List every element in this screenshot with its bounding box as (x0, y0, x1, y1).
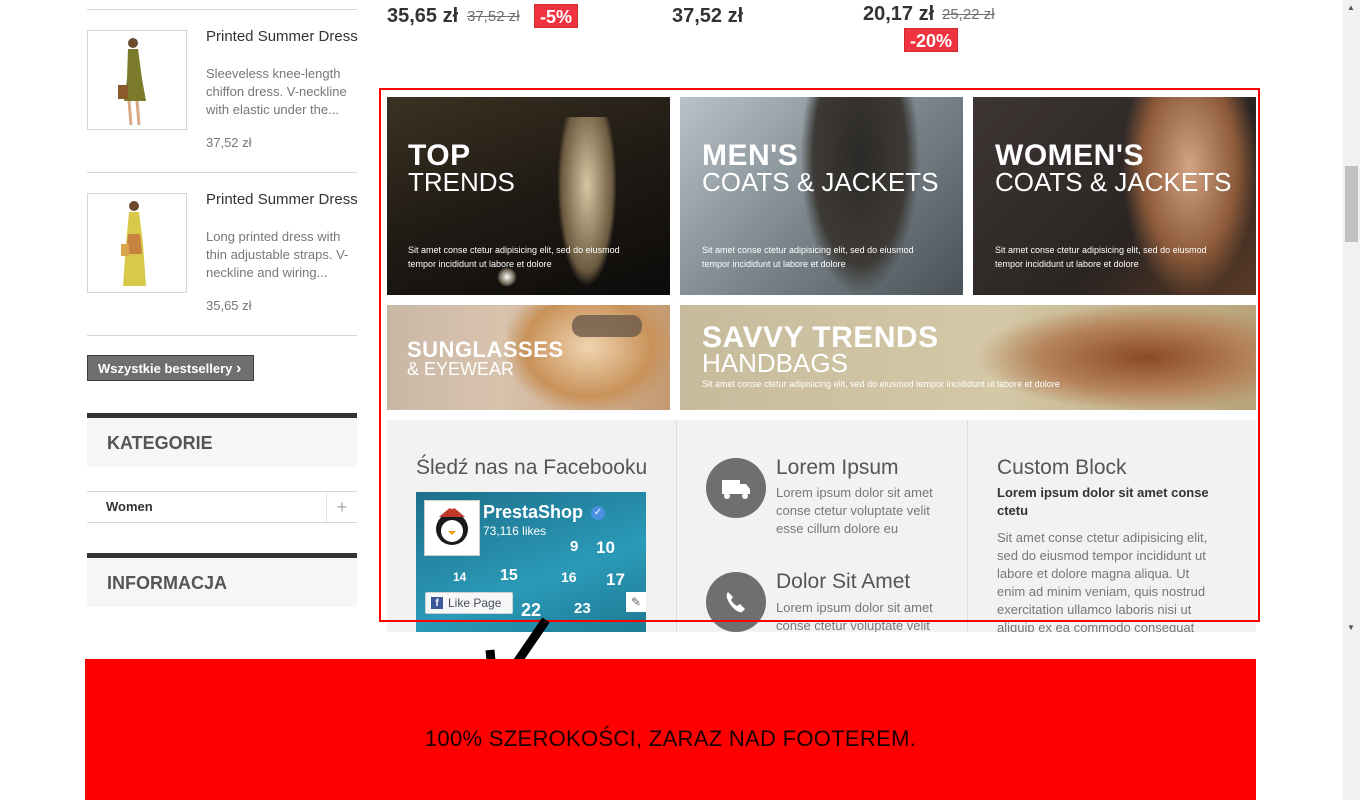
divider (87, 9, 357, 10)
chevron-right-icon: › (236, 360, 242, 377)
product-price: 35,65 zł (387, 5, 459, 27)
product-price: 20,17 zł (863, 3, 935, 25)
product-thumbnail[interactable] (87, 30, 187, 130)
scrollbar-thumb[interactable] (1345, 166, 1358, 242)
expand-plus-icon[interactable]: + (326, 492, 357, 522)
highlight-frame (379, 88, 1260, 622)
all-bestsellers-button[interactable]: Wszystkie bestsellery › (87, 355, 254, 381)
product-name[interactable]: Printed Summer Dress (206, 28, 358, 45)
vertical-scrollbar[interactable]: ▲ ▼ (1343, 0, 1360, 800)
product-thumbnail[interactable] (87, 193, 187, 293)
full-width-block: 100% SZEROKOŚCI, ZARAZ NAD FOOTEREM. (85, 659, 1256, 800)
old-price: 25,22 zł (942, 6, 995, 23)
dress-model-image (118, 38, 146, 126)
product-price: 37,52 zł (206, 135, 252, 150)
category-label[interactable]: Women (106, 499, 153, 514)
product-name[interactable]: Printed Summer Dress (206, 191, 358, 208)
information-heading: INFORMACJA (87, 553, 357, 607)
category-item-women[interactable]: Women + (87, 491, 357, 523)
product-description: Sleeveless knee-length chiffon dress. V-… (206, 66, 347, 117)
product-description: Long printed dress with thin adjustable … (206, 229, 349, 280)
old-price: 37,52 zł (467, 8, 520, 25)
scroll-down-arrow-icon[interactable]: ▼ (1347, 623, 1355, 632)
discount-badge: -5% (534, 4, 579, 28)
dress-model-image (121, 201, 146, 286)
product-price: 37,52 zł (672, 5, 744, 27)
categories-heading: KATEGORIE (87, 413, 357, 467)
full-width-block-label: 100% SZEROKOŚCI, ZARAZ NAD FOOTEREM. (424, 726, 917, 751)
divider (87, 335, 357, 336)
discount-badge: -20% (904, 28, 959, 52)
divider (87, 172, 357, 173)
scroll-up-arrow-icon[interactable]: ▲ (1347, 3, 1355, 12)
all-bestsellers-label: Wszystkie bestsellery (98, 361, 233, 376)
product-price: 35,65 zł (206, 298, 252, 313)
